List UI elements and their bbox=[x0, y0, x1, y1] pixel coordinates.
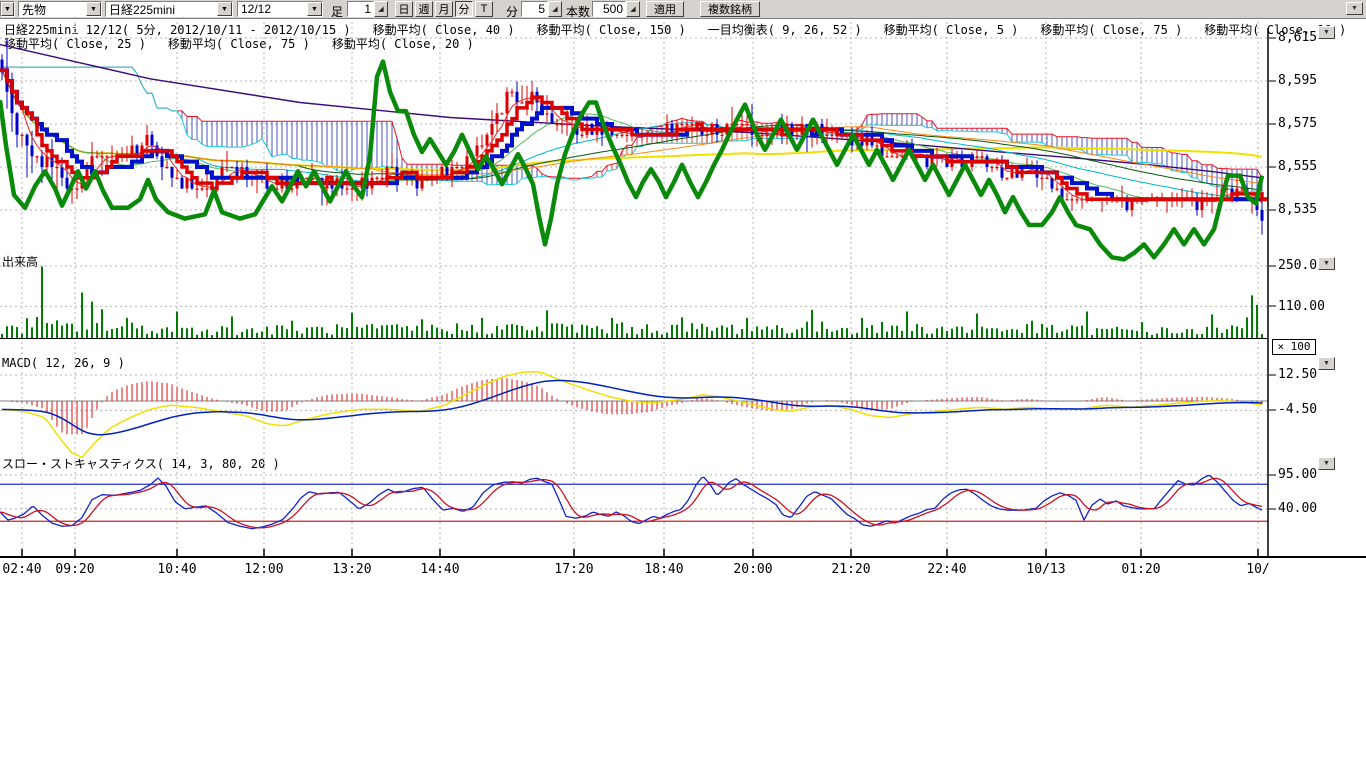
period-day-button[interactable]: 日 bbox=[395, 1, 413, 17]
market-select[interactable]: 先物 ▼ bbox=[18, 1, 102, 17]
symbol-select[interactable]: 日経225mini ▼ bbox=[105, 1, 233, 17]
multi-symbol-button[interactable]: 複数銘柄 bbox=[700, 1, 760, 17]
minute-unit-label: 分 bbox=[506, 3, 518, 20]
dropdown-arrow-icon[interactable]: ▼ bbox=[86, 2, 101, 16]
symbol-select-value: 日経225mini bbox=[106, 1, 217, 18]
bar-interval-value[interactable]: 1 bbox=[347, 1, 374, 17]
bars-count-spinner[interactable]: 500 ◢ bbox=[592, 1, 640, 17]
toolbar-dropdown-button[interactable]: ▼ bbox=[1346, 2, 1363, 15]
stoch-axis-label: 40.00 bbox=[1278, 501, 1317, 516]
minute-count-spinner[interactable]: 5 ◢ bbox=[521, 1, 562, 17]
apply-button[interactable]: 適用 bbox=[646, 1, 684, 17]
x-axis-label: 09:20 bbox=[52, 562, 98, 577]
spinner-button[interactable]: ◢ bbox=[374, 1, 388, 17]
price-pane-dropdown-button[interactable]: ▼ bbox=[1318, 26, 1335, 39]
price-axis-label: 8,535 bbox=[1278, 202, 1317, 217]
x-axis-label: 13:20 bbox=[329, 562, 375, 577]
price-axis-label: 8,555 bbox=[1278, 159, 1317, 174]
x-axis-label: 10/ bbox=[1235, 562, 1281, 577]
period-month-button[interactable]: 月 bbox=[435, 1, 453, 17]
market-select-value: 先物 bbox=[19, 1, 86, 18]
spinner-button[interactable]: ◢ bbox=[548, 1, 562, 17]
minute-count-value[interactable]: 5 bbox=[521, 1, 548, 17]
volume-pane-dropdown-button[interactable]: ▼ bbox=[1318, 257, 1335, 270]
bars-count-value[interactable]: 500 bbox=[592, 1, 626, 17]
x-axis-label: 21:20 bbox=[828, 562, 874, 577]
stoch-pane-dropdown-button[interactable]: ▼ bbox=[1318, 457, 1335, 470]
bars-count-label: 本数 bbox=[566, 3, 590, 20]
volume-axis-label: 110.00 bbox=[1278, 299, 1325, 314]
bar-type-label: 足 bbox=[331, 3, 343, 20]
price-axis-label: 8,595 bbox=[1278, 73, 1317, 88]
x-axis-label: 18:40 bbox=[641, 562, 687, 577]
contract-date-select[interactable]: 12/12 ▼ bbox=[237, 1, 323, 17]
dropdown-arrow-icon[interactable]: ▼ bbox=[307, 2, 322, 16]
chart-canvas bbox=[0, 0, 1366, 768]
spinner-button[interactable]: ◢ bbox=[626, 1, 640, 17]
x-axis-label: 12:00 bbox=[241, 562, 287, 577]
x-axis-label: 20:00 bbox=[730, 562, 776, 577]
period-tick-button[interactable]: T bbox=[475, 1, 493, 17]
x-axis-label: 10:40 bbox=[154, 562, 200, 577]
bar-interval-spinner[interactable]: 1 ◢ bbox=[347, 1, 388, 17]
dropdown-arrow-icon[interactable]: ▼ bbox=[1, 2, 14, 16]
stoch-axis-label: 95.00 bbox=[1278, 467, 1317, 482]
x-axis-label: 14:40 bbox=[417, 562, 463, 577]
period-minute-button[interactable]: 分 bbox=[455, 1, 473, 17]
period-week-button[interactable]: 週 bbox=[415, 1, 433, 17]
collapsed-combo[interactable]: ▼ bbox=[0, 1, 15, 17]
x-axis-label: 17:20 bbox=[551, 562, 597, 577]
macd-pane-dropdown-button[interactable]: ▼ bbox=[1318, 357, 1335, 370]
x-axis-label: 10/13 bbox=[1023, 562, 1069, 577]
x-axis-label: 22:40 bbox=[924, 562, 970, 577]
x-axis-label: 01:20 bbox=[1118, 562, 1164, 577]
price-axis-label: 8,615 bbox=[1278, 30, 1317, 45]
volume-multiplier-badge: × 100 bbox=[1272, 339, 1316, 355]
macd-axis-label: 12.50 bbox=[1278, 367, 1317, 382]
chart-application-window: ▼ 先物 ▼ 日経225mini ▼ 12/12 ▼ 足 1 ◢ 日 週 月 分… bbox=[0, 0, 1366, 768]
x-axis-label: 02:40 bbox=[0, 562, 45, 577]
dropdown-arrow-icon[interactable]: ▼ bbox=[217, 2, 232, 16]
macd-axis-label: -4.50 bbox=[1278, 402, 1317, 417]
toolbar: ▼ 先物 ▼ 日経225mini ▼ 12/12 ▼ 足 1 ◢ 日 週 月 分… bbox=[0, 0, 1366, 19]
price-axis-label: 8,575 bbox=[1278, 116, 1317, 131]
contract-date-value: 12/12 bbox=[238, 2, 307, 16]
